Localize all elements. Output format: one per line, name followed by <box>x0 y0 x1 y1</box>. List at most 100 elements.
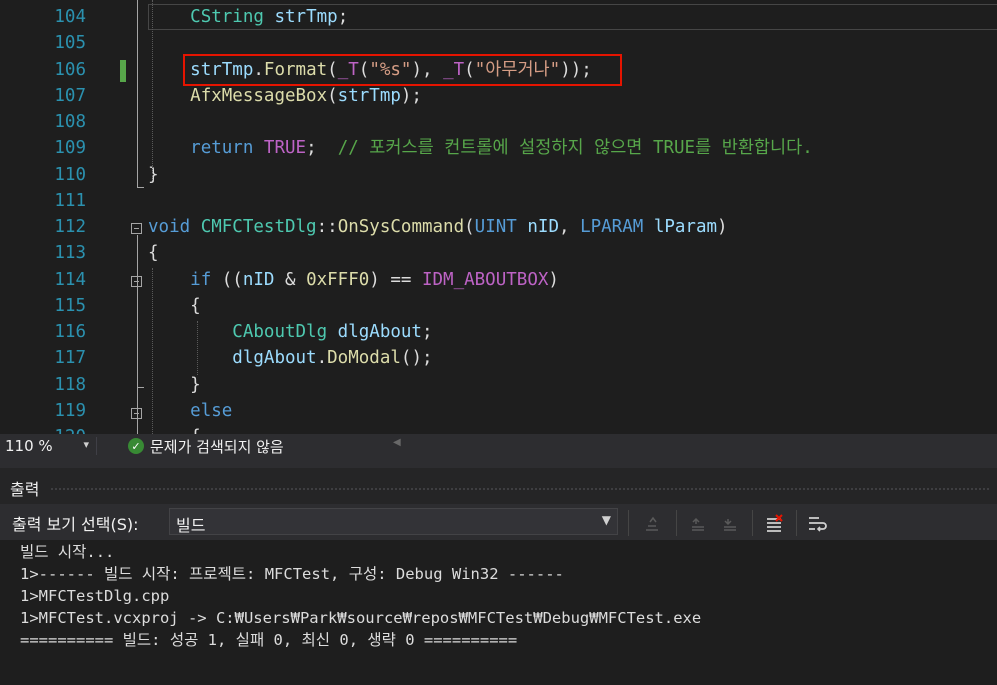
output-text-area[interactable]: 빌드 시작... 1>------ 빌드 시작: 프로젝트: MFCTest, … <box>0 540 997 685</box>
output-source-label: 출력 보기 선택(S): <box>12 515 139 534</box>
code-token: CString <box>190 7 264 27</box>
code-token: :: <box>316 217 338 237</box>
code-token: nID <box>242 269 275 290</box>
clear-all-icon[interactable] <box>762 512 786 536</box>
code-line: 120 { <box>0 424 997 434</box>
indent-guide <box>197 321 198 375</box>
go-to-next-message-icon[interactable] <box>718 512 742 536</box>
code-token: & <box>274 269 307 290</box>
code-token: ; <box>306 138 338 159</box>
code-text: dlgAbout.DoModal(); <box>148 345 433 371</box>
chevron-down-icon: ▾ <box>83 438 89 451</box>
code-token: UINT <box>474 217 517 237</box>
code-line: 117 dlgAbout.DoModal(); <box>0 345 997 371</box>
fold-bracket-line <box>137 0 138 188</box>
code-token: CAboutDlg <box>232 322 328 342</box>
toggle-word-wrap-icon[interactable] <box>806 512 830 536</box>
code-line: 116 CAboutDlg dlgAbout; <box>0 319 997 345</box>
collapse-icon[interactable] <box>131 223 142 234</box>
collapse-icon[interactable] <box>131 276 142 287</box>
zoom-dropdown[interactable]: 110 % ▾ <box>5 437 91 455</box>
code-line: 118 } <box>0 372 997 398</box>
line-number: 104 <box>54 7 86 27</box>
code-token: strTmp <box>337 85 401 106</box>
code-token: ; <box>337 7 349 27</box>
line-number: 118 <box>54 374 86 395</box>
code-token: // 포커스를 컨트롤에 설정하지 않으면 TRUE를 반환합니다. <box>337 138 813 159</box>
code-line: 113 { <box>0 240 997 266</box>
output-line: 1>MFCTestDlg.cpp <box>20 587 170 605</box>
go-to-previous-message-icon[interactable] <box>686 512 710 536</box>
code-text: { <box>148 240 159 266</box>
code-line: 115 { <box>0 293 997 319</box>
line-number: 108 <box>54 112 86 132</box>
code-text: CString strTmp; <box>148 4 348 30</box>
check-circle-icon: ✓ <box>128 438 144 454</box>
code-token: ; <box>421 322 433 342</box>
toolbar-separator <box>752 510 753 536</box>
code-token: OnSysCommand <box>337 217 465 237</box>
code-line: 105 <box>0 30 997 56</box>
fold-bracket-sub <box>137 288 144 388</box>
code-token: (); <box>400 348 433 369</box>
code-token: CMFCTestDlg <box>200 217 317 237</box>
indent-guide <box>152 268 153 434</box>
code-token: } <box>190 374 201 395</box>
output-line: ========== 빌드: 성공 1, 실패 0, 최신 0, 생략 0 ==… <box>20 631 518 649</box>
code-line: 108 <box>0 109 997 135</box>
issues-text: 문제가 검색되지 않음 <box>150 437 284 456</box>
code-text: else <box>148 398 232 424</box>
code-text: CAboutDlg dlgAbout; <box>148 319 433 345</box>
line-number: 119 <box>54 400 86 421</box>
toolbar-separator <box>676 510 677 536</box>
code-token: 0xFFF0 <box>306 269 370 290</box>
indent-guide <box>152 0 153 180</box>
code-text: return TRUE; // 포커스를 컨트롤에 설정하지 않으면 TRUE를… <box>148 135 813 161</box>
output-source-select[interactable]: 빌드 ▼ <box>169 508 618 535</box>
code-token: IDM_ABOUTBOX <box>421 269 549 290</box>
zoom-value: 110 % <box>5 437 53 455</box>
code-token: { <box>148 243 159 264</box>
code-token: { <box>190 427 201 434</box>
code-token: strTmp <box>274 7 338 27</box>
output-toolbar: 출력 보기 선택(S): 빌드 ▼ <box>0 504 997 540</box>
line-number: 109 <box>54 138 86 159</box>
scroll-left-icon[interactable]: ◀ <box>393 437 401 448</box>
code-token: ) <box>717 217 728 237</box>
code-token: void <box>148 217 191 237</box>
code-line: 107 AfxMessageBox(strTmp); <box>0 83 997 109</box>
code-editor[interactable]: 104 CString strTmp; 105 106 strTmp.Format(… <box>0 0 997 434</box>
code-line: 109 return TRUE; // 포커스를 컨트롤에 설정하지 않으면 T… <box>0 135 997 161</box>
code-text: void CMFCTestDlg::OnSysCommand(UINT nID,… <box>148 214 728 240</box>
line-number: 106 <box>54 59 86 80</box>
code-token: nID <box>527 217 559 237</box>
code-text: } <box>148 372 201 398</box>
line-number: 114 <box>54 269 86 290</box>
find-message-in-code-icon[interactable] <box>640 512 664 536</box>
code-token: dlgAbout <box>232 348 317 369</box>
code-token: ) == <box>369 269 422 290</box>
line-number: 116 <box>54 322 86 342</box>
code-token: { <box>190 295 201 316</box>
code-line: 110} <box>0 162 997 188</box>
code-text: { <box>148 293 201 319</box>
collapse-icon[interactable] <box>131 408 142 419</box>
highlight-annotation-box <box>183 54 622 86</box>
output-line: 1>------ 빌드 시작: 프로젝트: MFCTest, 구성: Debug… <box>20 565 564 583</box>
code-token: if <box>190 269 212 290</box>
issues-indicator[interactable]: ✓ 문제가 검색되지 않음 <box>128 437 284 456</box>
code-text: AfxMessageBox(strTmp); <box>148 83 422 109</box>
output-panel-title: 출력 <box>10 480 40 499</box>
line-number: 120 <box>30 424 86 434</box>
splitter[interactable] <box>0 458 997 468</box>
line-number: 117 <box>54 348 86 369</box>
code-line: 112 void CMFCTestDlg::OnSysCommand(UINT n… <box>0 214 997 240</box>
panel-grip[interactable] <box>50 487 990 491</box>
